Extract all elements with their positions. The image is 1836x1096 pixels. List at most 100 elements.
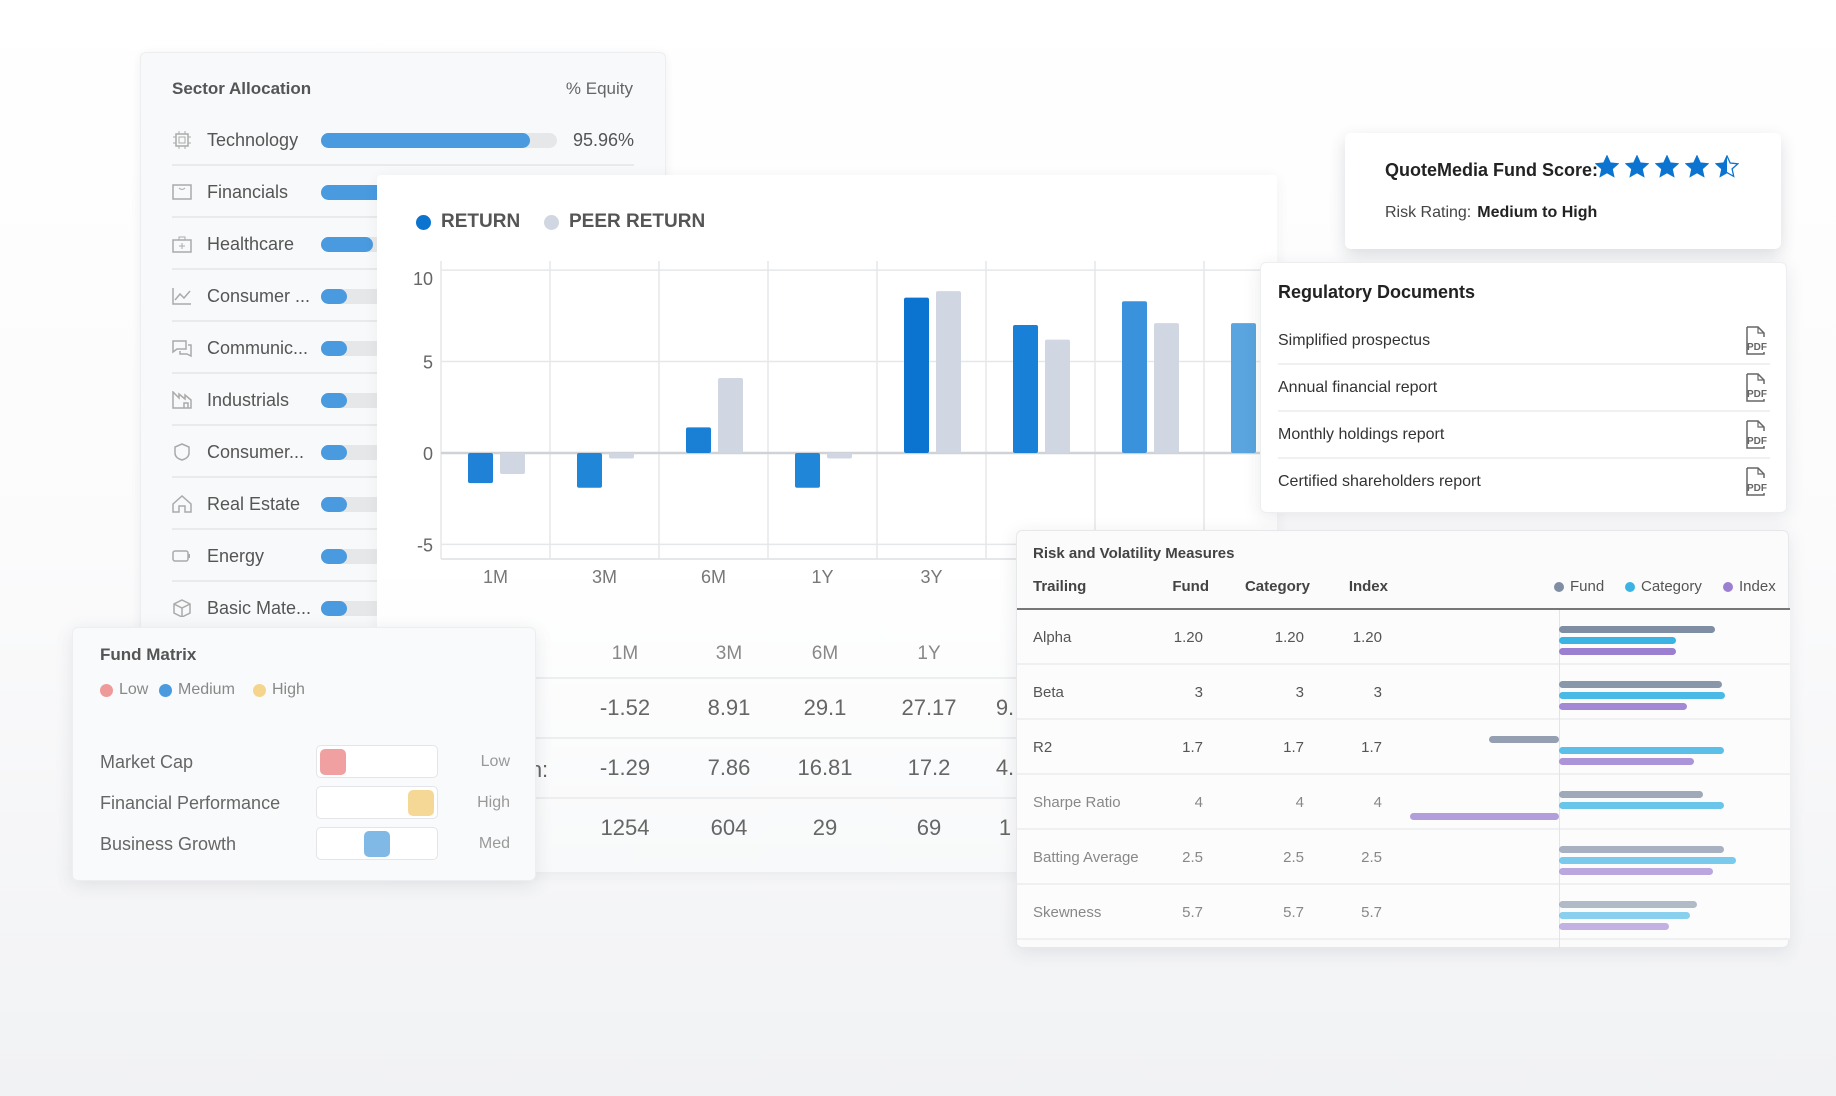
y-tick-label: 5 <box>423 353 433 373</box>
risk-category-value: 4 <box>1295 794 1304 811</box>
risk-index-value: 1.20 <box>1352 629 1382 646</box>
risk-category-value: 1.7 <box>1283 739 1304 756</box>
risk-fund-value: 2.5 <box>1182 849 1203 866</box>
star-half-icon <box>1714 154 1740 184</box>
regulatory-documents-card: Regulatory Documents Simplified prospect… <box>1260 262 1787 513</box>
fund-bar <box>1559 681 1722 688</box>
document-link[interactable]: Annual financial report PDF <box>1278 365 1770 412</box>
risk-label: Beta <box>1033 684 1064 701</box>
matrix-slider[interactable] <box>316 745 438 778</box>
matrix-row: Financial Performance High <box>100 786 510 820</box>
matrix-legend-high: High <box>253 681 305 699</box>
document-link[interactable]: Certified shareholders report PDF <box>1278 459 1770 506</box>
table-cell: 29.1 <box>803 695 847 720</box>
return-bar[interactable] <box>795 452 820 488</box>
sector-label: Communic... <box>207 338 309 358</box>
risk-legend-category[interactable]: Category <box>1625 578 1702 595</box>
slider-knob[interactable] <box>320 749 346 775</box>
risk-index-value: 1.7 <box>1361 739 1382 756</box>
category-bar <box>1559 692 1726 699</box>
table-cell: 1254 <box>600 815 650 840</box>
sector-row[interactable]: Technology 95.96% <box>172 114 634 166</box>
slider-knob[interactable] <box>408 790 434 816</box>
risk-fund-value: 5.7 <box>1182 904 1203 921</box>
cube-icon <box>172 599 192 618</box>
bar-axis-line <box>1559 610 1560 949</box>
return-bar[interactable] <box>904 297 929 453</box>
return-bar[interactable] <box>686 427 711 453</box>
document-link[interactable]: Monthly holdings report PDF <box>1278 412 1770 459</box>
risk-label: Skewness <box>1033 904 1102 921</box>
return-bar[interactable] <box>1013 324 1038 453</box>
house-icon <box>172 494 192 513</box>
return-bar[interactable] <box>1231 323 1256 453</box>
sector-bar-fill <box>321 289 347 304</box>
peer-return-bar[interactable] <box>827 452 852 459</box>
documents-title: Regulatory Documents <box>1278 282 1476 302</box>
pdf-icon[interactable]: PDF <box>1744 467 1770 497</box>
index-bar <box>1559 868 1713 875</box>
pdf-icon[interactable]: PDF <box>1744 373 1770 403</box>
sector-label: Industrials <box>207 390 290 410</box>
x-tick-label: 1M <box>483 567 508 587</box>
sector-label: Technology <box>207 130 299 150</box>
legend-dot-icon <box>1625 581 1635 592</box>
sector-bar-fill <box>321 393 347 408</box>
return-bar[interactable] <box>468 452 493 484</box>
peer-return-bar[interactable] <box>718 378 743 453</box>
peer-return-bar[interactable] <box>936 291 961 453</box>
table-cell: 7.86 <box>707 755 751 780</box>
svg-text:PDF: PDF <box>1747 389 1767 400</box>
document-label: Annual financial report <box>1278 379 1438 396</box>
risk-index-value: 5.7 <box>1361 904 1382 921</box>
peer-return-bar[interactable] <box>1045 339 1070 453</box>
pdf-icon[interactable]: PDF <box>1744 326 1770 356</box>
peer-return-bar[interactable] <box>1154 323 1179 453</box>
table-cell: 16.81 <box>797 755 853 780</box>
fund-bar <box>1559 791 1703 798</box>
table-cell: -1.52 <box>599 695 651 720</box>
legend-label: Category <box>1641 578 1702 595</box>
legend-dot-icon <box>159 683 172 697</box>
category-bar <box>1559 637 1677 644</box>
table-cell: 4. <box>995 755 1015 780</box>
sector-bar-fill <box>321 445 347 460</box>
table-header: 1Y <box>917 643 941 664</box>
matrix-row-value: High <box>477 794 510 811</box>
line-chart-icon <box>172 287 192 305</box>
peer-return-bar[interactable] <box>500 452 525 474</box>
legend-dot-icon <box>1723 581 1733 592</box>
index-bar <box>1559 923 1670 930</box>
chat-icon <box>172 339 192 358</box>
fund-bar <box>1559 626 1715 633</box>
risk-category-value: 2.5 <box>1283 849 1304 866</box>
document-label: Certified shareholders report <box>1278 473 1481 490</box>
sector-bar-fill <box>321 549 347 564</box>
matrix-row: Market Cap Low <box>100 745 510 779</box>
return-bar[interactable] <box>577 452 602 488</box>
table-cell: 8.91 <box>707 695 751 720</box>
document-label: Monthly holdings report <box>1278 426 1445 443</box>
risk-index-value: 3 <box>1373 684 1382 701</box>
pdf-icon[interactable]: PDF <box>1744 420 1770 450</box>
svg-text:PDF: PDF <box>1747 436 1767 447</box>
return-bar[interactable] <box>1122 301 1147 453</box>
category-bar <box>1559 802 1724 809</box>
matrix-slider[interactable] <box>316 827 438 860</box>
document-link[interactable]: Simplified prospectus PDF <box>1278 318 1770 365</box>
sector-label: Financials <box>207 182 289 202</box>
header-trailing: Trailing <box>1033 578 1087 595</box>
risk-index-value: 2.5 <box>1361 849 1382 866</box>
sector-label: Energy <box>207 546 265 566</box>
peer-return-bar[interactable] <box>609 452 634 459</box>
risk-fund-value: 1.20 <box>1173 629 1203 646</box>
risk-category-value: 1.20 <box>1274 629 1304 646</box>
risk-legend-index[interactable]: Index <box>1723 578 1776 595</box>
slider-knob[interactable] <box>364 831 390 857</box>
risk-legend-fund[interactable]: Fund <box>1554 578 1604 595</box>
matrix-slider[interactable] <box>316 786 438 819</box>
sector-bar-track <box>321 133 557 148</box>
risk-volatility-card: Risk and Volatility Measures Trailing Fu… <box>1016 530 1790 949</box>
header-index: Index <box>1348 578 1388 595</box>
sector-label: Real Estate <box>207 494 301 514</box>
